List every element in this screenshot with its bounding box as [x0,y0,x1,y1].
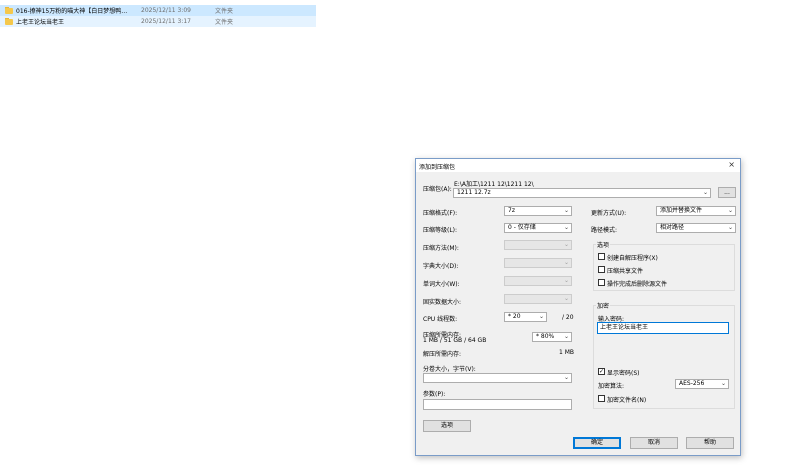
folder-icon [5,7,13,14]
file-row[interactable]: 016-撩神15万粉的喵大神【白日梦想鸭… 2025/12/11 3:09 文件… [0,5,316,16]
encrypt-method-label: 加密算法: [598,383,625,390]
method-label: 压缩方法(M): [423,245,459,252]
file-date: 2025/12/11 3:17 [141,18,191,25]
split-label: 分卷大小，字节(V): [423,366,476,373]
threads-total: / 20 [562,314,574,321]
encrypt-group-title: 加密 [596,301,611,310]
close-icon[interactable]: × [728,161,735,169]
chevron-down-icon: ⌄ [563,207,569,214]
file-list: 016-撩神15万粉的喵大神【白日梦想鸭… 2025/12/11 3:09 文件… [0,5,316,27]
file-name: 016-撩神15万粉的喵大神【白日梦想鸭… [16,8,128,15]
shared-checkbox[interactable] [598,266,605,273]
delete-label: 操作完成后删除源文件 [607,281,668,288]
mem-decomp-value: 1 MB [559,349,575,356]
format-select[interactable]: 7z ⌄ [504,206,572,216]
archive-label: 压缩包(A): [423,186,452,193]
threads-label: CPU 线程数: [423,316,458,323]
chevron-down-icon[interactable]: ⌄ [703,189,708,197]
folder-icon [5,18,13,25]
path-value: 相对路径 [660,224,685,231]
solid-label: 固实数据大小: [423,299,462,306]
password-value: 上老王论坛当老王 [600,324,649,331]
threads-value: * 20 [508,313,521,320]
show-password-checkbox[interactable]: ✓ [598,368,605,375]
add-to-archive-dialog: 添加到压缩包 × 压缩包(A): E:\A加工\1211 12\1211 12\… [415,158,741,456]
level-value: 0 - 仅存储 [508,224,536,231]
dialog-titlebar[interactable]: 添加到压缩包 × [416,159,740,172]
chevron-down-icon: ⌄ [563,374,569,381]
chevron-down-icon: ⌄ [563,333,569,340]
chevron-down-icon: ⌄ [563,259,569,266]
chevron-down-icon: ⌄ [563,277,569,284]
mem-decomp-label: 解压所需内存: [423,351,462,358]
file-name: 上老王论坛当老王 [16,19,65,26]
path-select[interactable]: 相对路径 ⌄ [656,223,736,233]
chevron-down-icon: ⌄ [538,313,544,320]
mem-percent-value: * 80% [536,333,555,340]
encrypt-method-select[interactable]: AES-256 ⌄ [675,379,729,389]
chevron-down-icon: ⌄ [727,207,733,214]
sfx-label: 创建自解压程序(X) [607,255,658,262]
chevron-down-icon: ⌄ [563,295,569,302]
show-password-label: 显示密码(S) [607,370,640,377]
archive-name-combo[interactable]: 1211 12.7z ⌄ [453,188,711,198]
file-type: 文件夹 [215,8,234,15]
sfx-checkbox[interactable] [598,253,605,260]
archive-path: E:\A加工\1211 12\1211 12\ [454,181,534,188]
word-label: 单词大小(W): [423,281,460,288]
update-label: 更新方式(U): [591,210,627,217]
path-label: 路径模式: [591,227,618,234]
file-date: 2025/12/11 3:09 [141,7,191,14]
cancel-button[interactable]: 取消 [630,437,678,449]
shared-label: 压缩共享文件 [607,268,644,275]
archive-name-value: 1211 12.7z [457,189,491,196]
chevron-down-icon: ⌄ [727,224,733,231]
format-label: 压缩格式(F): [423,210,458,217]
options-group-title: 选项 [596,240,611,249]
solid-select[interactable]: ⌄ [504,294,572,304]
options-button[interactable]: 选项 [423,420,471,432]
word-select[interactable]: ⌄ [504,276,572,286]
chevron-down-icon: ⌄ [720,380,726,387]
chevron-down-icon: ⌄ [563,224,569,231]
params-input[interactable] [423,399,572,410]
browse-button[interactable]: ... [718,187,736,198]
split-combo[interactable]: ⌄ [423,373,572,383]
threads-select[interactable]: * 20 ⌄ [504,312,547,322]
encrypt-method-value: AES-256 [679,380,705,387]
dialog-title: 添加到压缩包 [419,164,456,171]
mem-percent-select[interactable]: * 80% ⌄ [532,332,572,342]
level-label: 压缩等级(L): [423,227,458,234]
dict-select[interactable]: ⌄ [504,258,572,268]
chevron-down-icon: ⌄ [563,241,569,248]
params-label: 参数(P): [423,391,446,398]
method-select[interactable]: ⌄ [504,240,572,250]
file-row[interactable]: 上老王论坛当老王 2025/12/11 3:17 文件夹 [0,16,316,27]
encrypt-names-checkbox[interactable] [598,395,605,402]
delete-checkbox[interactable] [598,279,605,286]
encrypt-names-label: 加密文件名(N) [607,397,647,404]
help-button[interactable]: 帮助 [686,437,734,449]
dict-label: 字典大小(D): [423,263,459,270]
format-value: 7z [508,207,515,214]
level-select[interactable]: 0 - 仅存储 ⌄ [504,223,572,233]
password-input[interactable]: 上老王论坛当老王 [597,322,729,334]
ok-button[interactable]: 确定 [573,437,621,449]
update-value: 添加并替换文件 [660,207,703,214]
mem-comp-detail: 1 MB / 51 GB / 64 GB [423,337,487,344]
file-type: 文件夹 [215,19,234,26]
update-select[interactable]: 添加并替换文件 ⌄ [656,206,736,216]
